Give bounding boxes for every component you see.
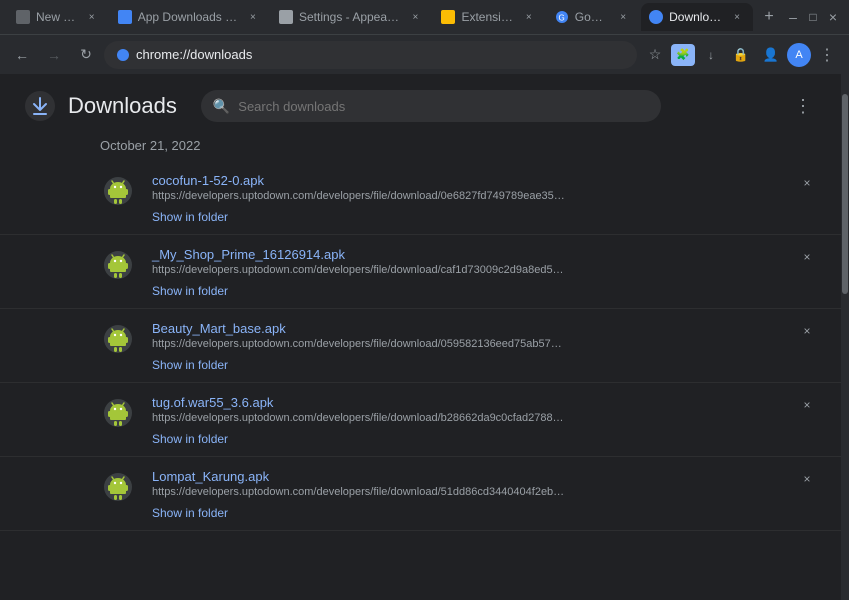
- item-details: Lompat_Karung.apk https://developers.upt…: [152, 469, 817, 522]
- tab-app-downloads-close[interactable]: ×: [245, 9, 261, 25]
- tab-new-tab-close[interactable]: ×: [84, 9, 100, 25]
- item-close-button[interactable]: ×: [797, 395, 817, 415]
- item-filename[interactable]: Lompat_Karung.apk: [152, 469, 817, 484]
- downloads-page-header: Downloads 🔍 ⋮: [0, 74, 841, 130]
- downloads-favicon-icon: [649, 10, 663, 24]
- person-icon[interactable]: 👤: [757, 41, 785, 69]
- item-url: https://developers.uptodown.com/develope…: [152, 412, 652, 424]
- settings-favicon-icon: [279, 10, 293, 24]
- download-item: cocofun-1-52-0.apk https://developers.up…: [0, 161, 841, 235]
- item-filename[interactable]: cocofun-1-52-0.apk: [152, 173, 817, 188]
- item-filename[interactable]: tug.of.war55_3.6.apk: [152, 395, 817, 410]
- downloads-toolbar-icon[interactable]: ↓: [697, 41, 725, 69]
- tab-downloads[interactable]: Downloads ×: [641, 3, 753, 31]
- bookmark-icon[interactable]: ☆: [641, 41, 669, 69]
- close-button[interactable]: ×: [825, 9, 841, 25]
- downloads-title-section: Downloads: [24, 90, 177, 122]
- tab-settings-close[interactable]: ×: [407, 9, 423, 25]
- address-favicon-icon: [116, 48, 130, 62]
- extension-puzzle-icon[interactable]: 🧩: [671, 44, 695, 66]
- back-button[interactable]: ←: [8, 41, 36, 69]
- search-input[interactable]: [238, 99, 649, 114]
- tab-downloads-label: Downloads: [669, 10, 723, 24]
- item-android-icon: [100, 173, 136, 209]
- tab-extensions-label: Extensions: [461, 10, 514, 24]
- tab-google-label: Google: [575, 10, 609, 24]
- maximize-button[interactable]: □: [805, 9, 821, 25]
- tab-app-downloads-label: App Downloads fo…: [138, 10, 239, 24]
- downloads-list: cocofun-1-52-0.apk https://developers.up…: [0, 161, 841, 531]
- item-android-icon: [100, 469, 136, 505]
- app-downloads-favicon-icon: [118, 10, 132, 24]
- more-options-toolbar-icon[interactable]: ⋮: [813, 41, 841, 69]
- show-in-folder-link[interactable]: Show in folder: [152, 284, 228, 298]
- show-in-folder-link[interactable]: Show in folder: [152, 432, 228, 446]
- search-icon: 🔍: [213, 98, 230, 115]
- tab-google-close[interactable]: ×: [615, 9, 631, 25]
- toolbar-actions: ☆ 🧩 ↓ 🔒 👤 A ⋮: [641, 41, 841, 69]
- downloads-logo-icon: [24, 90, 56, 122]
- title-bar: New Tab × App Downloads fo… × Settings -…: [0, 0, 849, 34]
- tab-new-tab-label: New Tab: [36, 10, 78, 24]
- show-in-folder-link[interactable]: Show in folder: [152, 210, 228, 224]
- item-details: tug.of.war55_3.6.apk https://developers.…: [152, 395, 817, 448]
- tab-downloads-close[interactable]: ×: [729, 9, 745, 25]
- tab-google[interactable]: G Google ×: [547, 3, 639, 31]
- address-bar[interactable]: chrome://downloads: [104, 41, 637, 69]
- profile-avatar[interactable]: A: [787, 43, 811, 67]
- refresh-button[interactable]: ↻: [72, 41, 100, 69]
- item-close-button[interactable]: ×: [797, 173, 817, 193]
- download-item: tug.of.war55_3.6.apk https://developers.…: [0, 383, 841, 457]
- svg-text:G: G: [558, 14, 564, 23]
- scrollbar-thumb[interactable]: [842, 94, 848, 294]
- window-controls: – □ ×: [785, 9, 841, 25]
- item-details: _My_Shop_Prime_16126914.apk https://deve…: [152, 247, 817, 300]
- tab-settings[interactable]: Settings - Appeara… ×: [271, 3, 432, 31]
- download-item: _My_Shop_Prime_16126914.apk https://deve…: [0, 235, 841, 309]
- item-close-button[interactable]: ×: [797, 321, 817, 341]
- scrollbar-track[interactable]: [841, 74, 849, 600]
- item-close-button[interactable]: ×: [797, 247, 817, 267]
- new-tab-button[interactable]: +: [755, 3, 783, 31]
- forward-button[interactable]: →: [40, 41, 68, 69]
- google-favicon-icon: G: [555, 10, 569, 24]
- minimize-button[interactable]: –: [785, 9, 801, 25]
- downloads-search-bar[interactable]: 🔍: [201, 90, 661, 122]
- item-url: https://developers.uptodown.com/develope…: [152, 190, 652, 202]
- item-android-icon: [100, 395, 136, 431]
- item-url: https://developers.uptodown.com/develope…: [152, 486, 652, 498]
- item-close-button[interactable]: ×: [797, 469, 817, 489]
- tab-extensions-close[interactable]: ×: [521, 9, 537, 25]
- item-filename[interactable]: Beauty_Mart_base.apk: [152, 321, 817, 336]
- browser-frame: New Tab × App Downloads fo… × Settings -…: [0, 0, 849, 600]
- tab-new-tab[interactable]: New Tab ×: [8, 3, 108, 31]
- address-text: chrome://downloads: [136, 47, 625, 62]
- date-section-label: October 21, 2022: [0, 130, 841, 161]
- item-filename[interactable]: _My_Shop_Prime_16126914.apk: [152, 247, 817, 262]
- tab-extensions[interactable]: Extensions ×: [433, 3, 544, 31]
- downloads-page: Downloads 🔍 ⋮ October 21, 2022: [0, 74, 841, 600]
- show-in-folder-link[interactable]: Show in folder: [152, 358, 228, 372]
- download-item: Lompat_Karung.apk https://developers.upt…: [0, 457, 841, 531]
- content-area: Downloads 🔍 ⋮ October 21, 2022: [0, 74, 849, 600]
- item-android-icon: [100, 321, 136, 357]
- show-in-folder-link[interactable]: Show in folder: [152, 506, 228, 520]
- more-options-button[interactable]: ⋮: [789, 92, 817, 120]
- download-item: Beauty_Mart_base.apk https://developers.…: [0, 309, 841, 383]
- item-url: https://developers.uptodown.com/develope…: [152, 338, 652, 350]
- tab-app-downloads[interactable]: App Downloads fo… ×: [110, 3, 269, 31]
- item-android-icon: [100, 247, 136, 283]
- downloads-page-title: Downloads: [68, 93, 177, 119]
- item-details: Beauty_Mart_base.apk https://developers.…: [152, 321, 817, 374]
- browser-toolbar: ← → ↻ chrome://downloads ☆ 🧩 ↓ 🔒 👤 A ⋮: [0, 34, 849, 74]
- extensions-favicon-icon: [441, 10, 455, 24]
- item-details: cocofun-1-52-0.apk https://developers.up…: [152, 173, 817, 226]
- tab-settings-label: Settings - Appeara…: [299, 10, 402, 24]
- lock-icon[interactable]: 🔒: [727, 41, 755, 69]
- item-url: https://developers.uptodown.com/develope…: [152, 264, 652, 276]
- new-tab-favicon-icon: [16, 10, 30, 24]
